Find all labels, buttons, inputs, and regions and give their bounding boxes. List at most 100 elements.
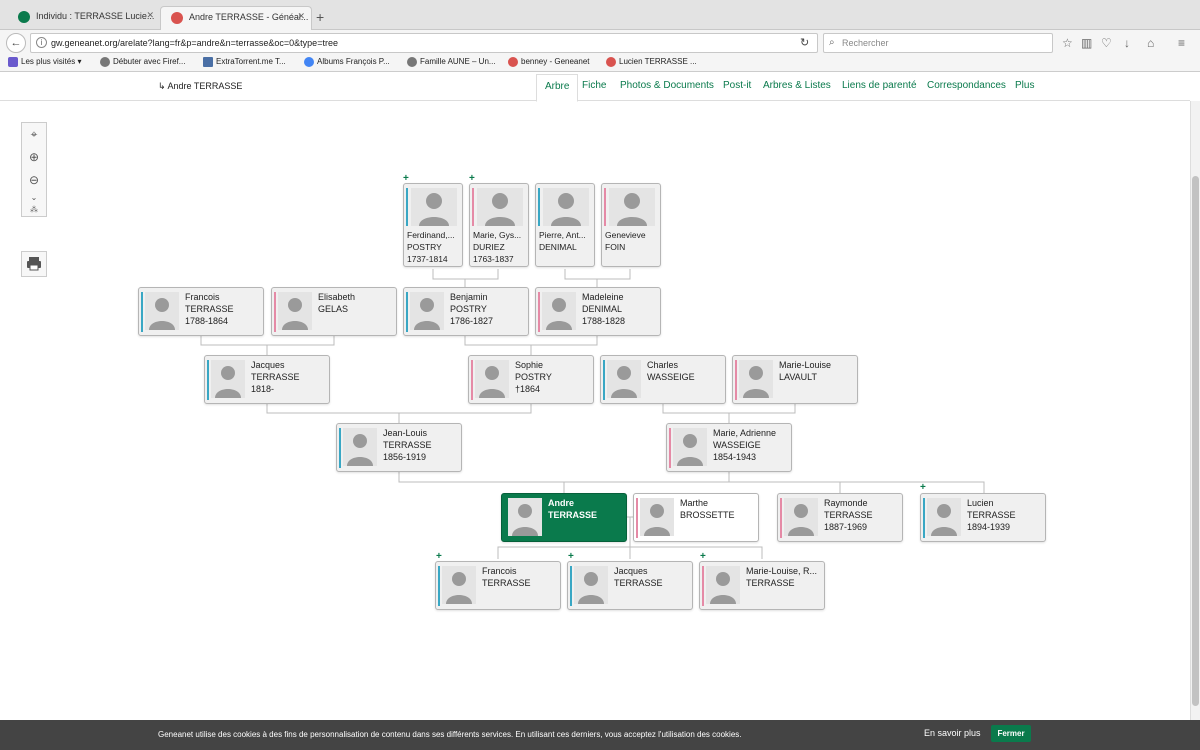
bookmark-item[interactable]: Débuter avec Firef... bbox=[100, 57, 185, 67]
tab-fiche[interactable]: Fiche bbox=[582, 80, 606, 91]
person-card[interactable]: Jean-Louis TERRASSE 1856-1919 bbox=[336, 423, 462, 472]
gender-bar bbox=[604, 188, 606, 226]
print-button[interactable] bbox=[21, 251, 47, 277]
family-tree: + + Ferdinand,... POSTRY 1737-1814 Marie, … bbox=[0, 101, 1190, 720]
person-last-name: WASSEIGE bbox=[713, 440, 761, 450]
browser-tab[interactable]: Individu : TERRASSE Lucie... ✕ bbox=[8, 6, 160, 30]
person-first-name: Madeleine bbox=[582, 292, 624, 302]
person-avatar-icon bbox=[706, 566, 740, 604]
geneanet-favicon-icon bbox=[171, 12, 183, 24]
scrollbar-thumb[interactable] bbox=[1192, 176, 1199, 706]
person-first-name: Marie-Louise bbox=[779, 360, 832, 370]
download-icon[interactable]: ↓ bbox=[1124, 36, 1130, 50]
person-avatar-icon bbox=[607, 360, 641, 398]
gender-bar bbox=[406, 292, 408, 332]
breadcrumb[interactable]: ↳ Andre TERRASSE bbox=[158, 81, 242, 92]
tab-correspondances[interactable]: Correspondances bbox=[927, 80, 1006, 91]
close-tab-icon[interactable]: ✕ bbox=[297, 11, 305, 22]
person-last-name: TERRASSE bbox=[482, 578, 531, 588]
cookie-banner: Geneanet utilise des cookies à des fins … bbox=[0, 720, 1200, 750]
person-avatar-icon bbox=[145, 292, 179, 330]
person-first-name: Jacques bbox=[614, 566, 648, 576]
close-cookie-button[interactable]: Fermer bbox=[991, 725, 1031, 742]
person-card[interactable]: Jacques TERRASSE bbox=[567, 561, 693, 610]
person-last-name: BROSSETTE bbox=[680, 510, 735, 520]
tab-liens-parente[interactable]: Liens de parenté bbox=[842, 80, 917, 91]
person-card[interactable]: Marie, Gys... DURIEZ 1763-1837 bbox=[469, 183, 529, 267]
learn-more-link[interactable]: En savoir plus bbox=[924, 728, 981, 738]
person-card[interactable]: Marie, Adrienne WASSEIGE 1854-1943 bbox=[666, 423, 792, 472]
back-button[interactable]: ← bbox=[6, 33, 26, 53]
bookmark-item[interactable]: benney - Geneanet bbox=[508, 57, 590, 67]
search-bar[interactable]: ⌕ Rechercher bbox=[823, 33, 1053, 53]
new-tab-icon[interactable]: + bbox=[316, 9, 324, 25]
bookmark-item[interactable]: Les plus visités ▾ bbox=[8, 57, 81, 67]
person-card[interactable]: Raymonde TERRASSE 1887-1969 bbox=[777, 493, 903, 542]
bookmark-item[interactable]: Albums François P... bbox=[304, 57, 390, 67]
person-card[interactable]: Benjamin POSTRY 1786-1827 bbox=[403, 287, 529, 336]
tab-photos-documents[interactable]: Photos & Documents bbox=[620, 80, 714, 91]
spouse-person-card[interactable]: Marthe BROSSETTE bbox=[633, 493, 759, 542]
tab-plus[interactable]: Plus bbox=[1015, 80, 1034, 91]
person-card[interactable]: Pierre, Ant... DENIMAL bbox=[535, 183, 595, 267]
person-first-name: Raymonde bbox=[824, 498, 868, 508]
person-card[interactable]: Charles WASSEIGE bbox=[600, 355, 726, 404]
tab-post-it[interactable]: Post-it bbox=[723, 80, 751, 91]
pocket-icon[interactable]: ♡ bbox=[1101, 36, 1112, 50]
person-card[interactable]: Lucien TERRASSE 1894-1939 bbox=[920, 493, 1046, 542]
person-card[interactable]: Elisabeth GELAS bbox=[271, 287, 397, 336]
person-card[interactable]: Ferdinand,... POSTRY 1737-1814 bbox=[403, 183, 463, 267]
expand-plus-icon[interactable]: + bbox=[920, 482, 926, 493]
person-avatar-icon bbox=[673, 428, 707, 466]
browser-tab-active[interactable]: Andre TERRASSE - Généal... ✕ bbox=[160, 6, 312, 30]
expand-icon[interactable]: ⁂ bbox=[22, 205, 46, 214]
bookmark-star-icon[interactable]: ☆ bbox=[1062, 36, 1073, 50]
home-icon[interactable]: ⌂ bbox=[1147, 36, 1154, 50]
zoom-in-icon[interactable]: ⊕ bbox=[22, 150, 46, 164]
bookmark-item[interactable]: Famille AUNE – Un... bbox=[407, 57, 496, 67]
person-card[interactable]: Jacques TERRASSE 1818- bbox=[204, 355, 330, 404]
page-scrollbar[interactable] bbox=[1190, 101, 1200, 720]
person-first-name: Benjamin bbox=[450, 292, 488, 302]
globe-icon bbox=[407, 57, 417, 67]
geneanet-favicon-icon bbox=[606, 57, 616, 67]
center-target-icon[interactable]: ⌖ bbox=[22, 127, 46, 142]
library-icon[interactable]: ▥ bbox=[1081, 36, 1092, 50]
reload-icon[interactable]: ↻ bbox=[800, 36, 809, 49]
person-avatar-icon bbox=[477, 188, 523, 226]
person-last-name: FOIN bbox=[605, 242, 626, 252]
person-card[interactable]: Marie-Louise, R... TERRASSE bbox=[699, 561, 825, 610]
person-last-name: TERRASSE bbox=[824, 510, 873, 520]
person-card[interactable]: Sophie POSTRY †1864 bbox=[468, 355, 594, 404]
google-icon bbox=[304, 57, 314, 67]
url-bar[interactable]: i gw.geneanet.org/arelate?lang=fr&p=andr… bbox=[30, 33, 818, 53]
person-last-name: GELAS bbox=[318, 304, 349, 314]
person-avatar-icon bbox=[543, 188, 589, 226]
collapse-icon[interactable]: ⌄ bbox=[22, 193, 46, 202]
person-last-name: TERRASSE bbox=[548, 510, 598, 520]
bookmark-item[interactable]: Lucien TERRASSE ... bbox=[606, 57, 697, 67]
person-card[interactable]: Francois TERRASSE bbox=[435, 561, 561, 610]
browser-nav-bar: ← i gw.geneanet.org/arelate?lang=fr&p=an… bbox=[0, 30, 1200, 55]
person-card[interactable]: Francois TERRASSE 1788-1864 bbox=[138, 287, 264, 336]
menu-icon[interactable]: ≡ bbox=[1178, 36, 1185, 50]
person-first-name: Ferdinand,... bbox=[407, 230, 455, 240]
person-card[interactable]: Madeleine DENIMAL 1788-1828 bbox=[535, 287, 661, 336]
person-card[interactable]: Genevieve FOIN bbox=[601, 183, 661, 267]
gender-bar bbox=[538, 292, 540, 332]
tab-arbre[interactable]: Arbre bbox=[536, 74, 579, 102]
info-icon[interactable]: i bbox=[36, 37, 47, 48]
tab-arbres-listes[interactable]: Arbres & Listes bbox=[763, 80, 831, 91]
person-dates: 1887-1969 bbox=[824, 522, 868, 532]
person-first-name: Andre bbox=[548, 498, 575, 508]
person-dates: 1786-1827 bbox=[450, 316, 494, 326]
person-last-name: TERRASSE bbox=[614, 578, 663, 588]
browser-tab-bar: Individu : TERRASSE Lucie... ✕ Andre TER… bbox=[0, 0, 1200, 30]
bookmark-item[interactable]: ExtraTorrent.me T... bbox=[203, 57, 286, 67]
gender-bar bbox=[923, 498, 925, 538]
person-avatar-icon bbox=[475, 360, 509, 398]
person-card[interactable]: Marie-Louise LAVAULT bbox=[732, 355, 858, 404]
root-person-card[interactable]: Andre TERRASSE bbox=[501, 493, 627, 542]
close-tab-icon[interactable]: ✕ bbox=[146, 10, 154, 21]
zoom-out-icon[interactable]: ⊖ bbox=[22, 173, 46, 187]
